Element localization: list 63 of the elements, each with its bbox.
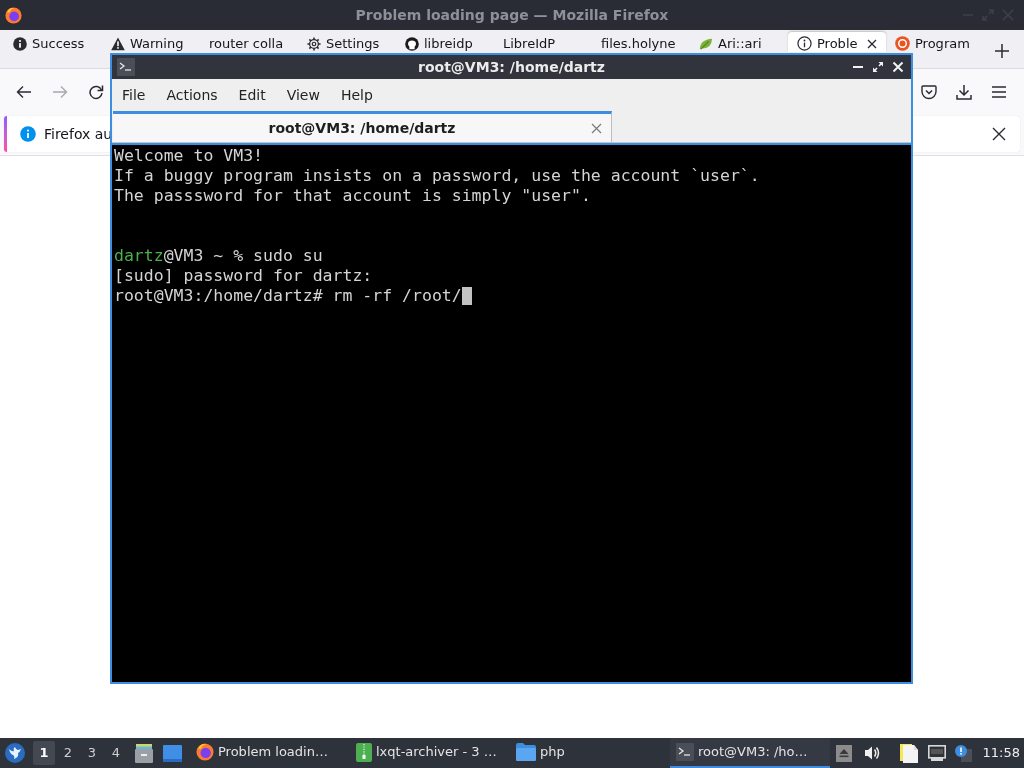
round-logo-icon xyxy=(405,37,419,51)
info-icon xyxy=(20,126,36,142)
info-icon xyxy=(13,37,27,51)
firefox-logo-icon xyxy=(5,6,22,24)
download-icon[interactable] xyxy=(956,83,972,100)
workspace-button[interactable]: 2 xyxy=(57,741,79,765)
terminal-line: [sudo] password for dartz: xyxy=(114,266,373,286)
menu-item[interactable]: Actions xyxy=(158,81,226,109)
taskbar-button[interactable]: lxqt-archiver - 3 … xyxy=(350,738,510,768)
warning-icon xyxy=(111,37,125,51)
taskbar-button[interactable]: Problem loadin… xyxy=(190,738,350,768)
browser-tab[interactable]: router colla xyxy=(200,32,298,52)
terminal-line: Welcome to VM3! xyxy=(114,146,263,166)
terminal-icon xyxy=(117,58,135,76)
browser-tab[interactable]: Settings xyxy=(298,32,396,52)
terminal-tab[interactable]: root@VM3: /home/dartz xyxy=(113,111,612,142)
back-arrow-icon[interactable] xyxy=(16,83,32,100)
file-cabinet-icon[interactable] xyxy=(135,743,153,763)
taskbar-button[interactable]: root@VM3: /ho… xyxy=(670,738,830,768)
browser-tab[interactable]: files.holyne xyxy=(592,32,690,52)
notification-icon[interactable] xyxy=(955,744,972,762)
browser-tab[interactable]: Success xyxy=(4,32,102,52)
terminal-line: The passsword for that account is simply "user". xyxy=(114,186,591,206)
menu-item[interactable]: Help xyxy=(332,81,381,109)
menu-item[interactable]: View xyxy=(278,81,328,109)
terminal-line: dartz@VM3 ~ % sudo su xyxy=(114,246,323,266)
browser-tab[interactable]: Program xyxy=(886,32,984,52)
window-icon[interactable] xyxy=(163,744,182,762)
menu-item[interactable]: File xyxy=(114,81,154,109)
clock: 11:58 xyxy=(982,744,1021,763)
firefox-logo-icon xyxy=(196,743,214,761)
reload-icon[interactable] xyxy=(88,83,104,100)
start-menu-icon[interactable] xyxy=(5,743,25,763)
terminal-line: root@VM3:/home/dartz# rm -rf /root/ xyxy=(114,286,462,306)
browser-tab[interactable]: Warning xyxy=(102,32,200,52)
documents-icon[interactable] xyxy=(900,743,918,763)
window-title: Problem loading page — Mozilla Firefox xyxy=(355,5,669,25)
close-icon[interactable] xyxy=(867,39,877,49)
terminal-icon xyxy=(676,743,694,761)
info-icon xyxy=(797,36,812,51)
monitor-icon[interactable] xyxy=(928,745,946,761)
browser-tab[interactable]: Proble xyxy=(788,32,886,52)
browser-tab[interactable]: LibreIdP xyxy=(494,32,592,52)
terminal-line: If a buggy program insists on a password, use the account `user`. xyxy=(114,166,760,186)
gear-icon xyxy=(307,37,321,51)
menu-icon[interactable] xyxy=(991,83,1007,100)
eject-icon[interactable] xyxy=(836,744,852,762)
menu-item[interactable]: Edit xyxy=(230,81,274,109)
workspace-button[interactable]: 1 xyxy=(33,741,55,765)
leaf-icon xyxy=(699,37,713,51)
close-icon[interactable] xyxy=(992,127,1006,141)
browser-tab[interactable]: libreidp xyxy=(396,32,494,52)
archive-icon xyxy=(356,742,372,762)
workspace-button[interactable]: 4 xyxy=(105,741,127,765)
speaker-icon[interactable] xyxy=(864,745,880,761)
folder-icon xyxy=(516,743,536,761)
pocket-icon[interactable] xyxy=(921,83,937,100)
ring-logo-icon xyxy=(895,36,910,51)
plus-icon[interactable] xyxy=(995,44,1009,58)
taskbar-button[interactable]: php xyxy=(510,738,670,768)
browser-tab[interactable]: Ari::ari xyxy=(690,32,788,52)
workspace-button[interactable]: 3 xyxy=(81,741,103,765)
window-title: root@VM3: /home/dartz xyxy=(418,57,605,77)
